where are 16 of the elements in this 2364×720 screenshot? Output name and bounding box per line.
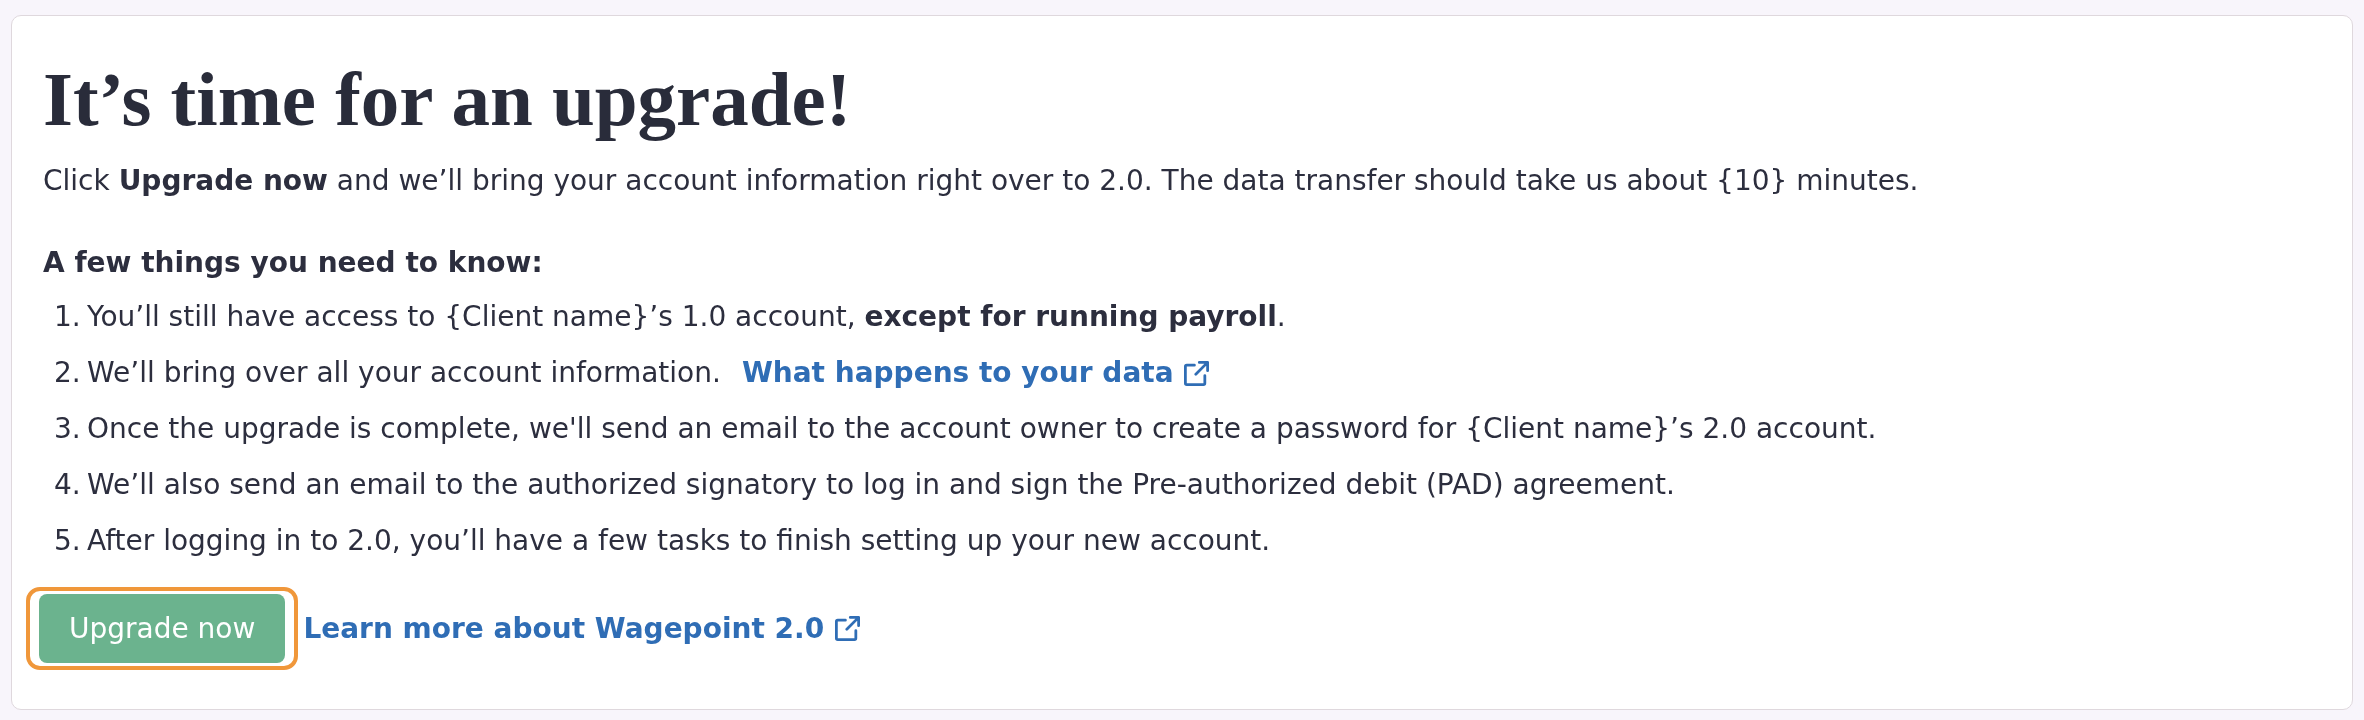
external-link-icon xyxy=(835,616,861,641)
list-item-text: You’ll still have access to {Client name}’s 1.0 account, except for running payroll. xyxy=(87,299,1286,335)
learn-more-link[interactable]: Learn more about Wagepoint 2.0 xyxy=(303,608,861,649)
list-item-text: We’ll also send an email to the authorized signatory to log in and sign the Pre-authorized debit (PAD) agreement. xyxy=(87,467,1675,503)
external-link-icon xyxy=(1183,360,1209,386)
list-number: 3. xyxy=(54,411,82,447)
list-item-text: Once the upgrade is complete, we'll send an email to the account owner to create a password for {Client name}’s 2.0 account. xyxy=(87,411,1877,447)
intro-text: Click Upgrade now and we’ll bring your account information right over to 2.0. The data transfer should take us about {10} minutes. xyxy=(43,163,1919,199)
data-info-link[interactable]: What happens to your data xyxy=(741,353,1209,393)
list-number: 5. xyxy=(54,523,82,559)
list-number: 4. xyxy=(54,467,82,503)
list-number: 1. xyxy=(54,299,82,335)
list-heading: A few things you need to know: xyxy=(43,245,543,281)
list-item-text: We’ll bring over all your account information. xyxy=(87,355,721,391)
list-number: 2. xyxy=(54,355,82,391)
list-item-text: After logging in to 2.0, you’ll have a few tasks to finish setting up your new account. xyxy=(87,523,1271,559)
